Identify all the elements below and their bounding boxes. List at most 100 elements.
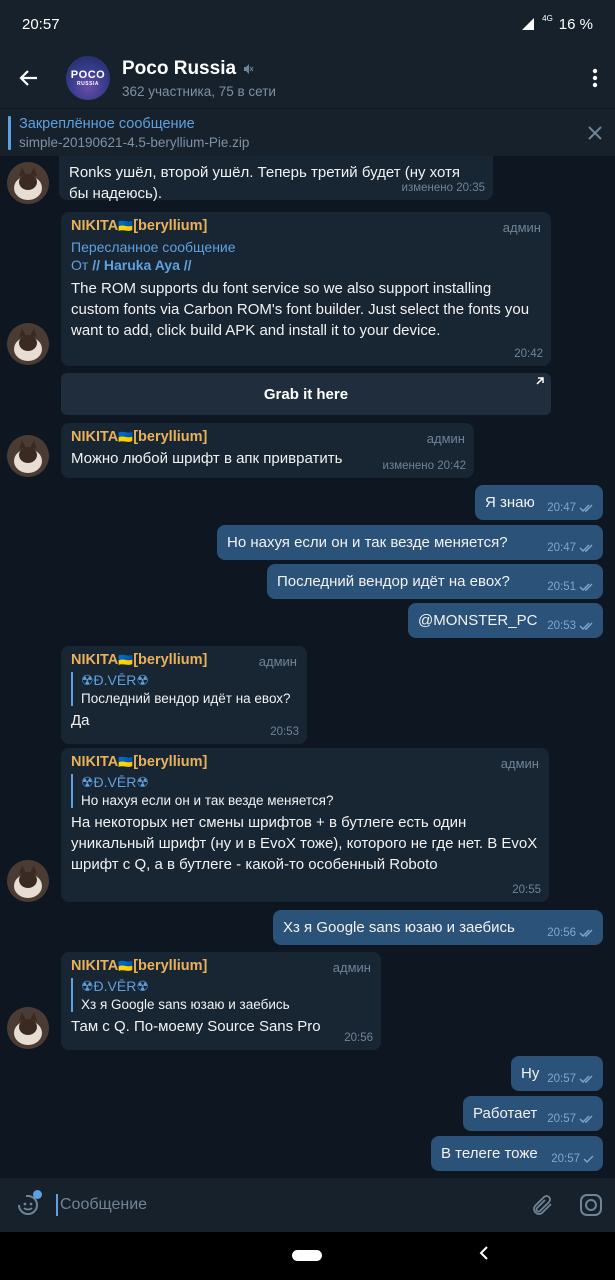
pinned-message-bar[interactable]: Закреплённое сообщение simple-20190621-4… xyxy=(0,108,615,156)
reply-preview[interactable]: ☢Đ.VĒR☢ Последний вендор идёт на евох? xyxy=(71,672,297,706)
outgoing-message-bubble[interactable]: Работает 20:57 xyxy=(463,1096,603,1131)
chat-info[interactable]: Poco Russia 362 участника, 75 в сети xyxy=(122,58,575,99)
outgoing-message-bubble[interactable]: Но нахуя если он и так везде меняется? 2… xyxy=(217,525,603,560)
reply-author: ☢Đ.VĒR☢ xyxy=(81,672,149,688)
message-text: The ROM supports du font service so we a… xyxy=(71,280,530,339)
admin-badge: админ xyxy=(332,960,371,975)
chat-title: Poco Russia xyxy=(122,57,237,79)
message-text: Да xyxy=(71,712,90,729)
message-time: 20:53 xyxy=(547,620,576,632)
new-indicator-dot xyxy=(33,1190,42,1199)
message-bubble[interactable]: NIKITA🇺🇦[beryllium] админ ☢Đ.VĒR☢ Послед… xyxy=(61,646,307,744)
attach-button[interactable] xyxy=(519,1193,567,1217)
outgoing-message-bubble[interactable]: Ну 20:57 xyxy=(511,1056,603,1091)
message-time: 20:51 xyxy=(547,581,576,593)
system-nav-bar xyxy=(0,1232,615,1280)
message-text: Там с Q. По-моему Source Sans Pro xyxy=(71,1018,321,1035)
admin-badge: админ xyxy=(426,431,465,446)
cat-avatar-icon xyxy=(7,162,49,204)
outgoing-message-bubble[interactable]: Последний вендор идёт на евох? 20:51 xyxy=(267,564,603,599)
external-link-icon xyxy=(536,377,544,385)
inline-url-button[interactable]: Grab it here xyxy=(61,373,551,415)
double-check-icon xyxy=(579,929,593,937)
double-check-icon xyxy=(579,1115,593,1123)
reply-text: Но нахуя если он и так везде меняется? xyxy=(81,793,334,808)
reply-text: Хз я Google sans юзаю и заебись xyxy=(81,997,290,1012)
paperclip-icon xyxy=(533,1195,552,1215)
message-time: 20:42 xyxy=(514,348,543,360)
reply-text: Последний вендор идёт на евох? xyxy=(81,691,291,706)
message-time: 20:47 xyxy=(547,542,576,554)
cat-avatar-icon xyxy=(7,1007,49,1049)
message-bubble[interactable]: Ronks ушёл, второй ушёл. Теперь третий б… xyxy=(59,156,493,202)
double-check-icon xyxy=(579,544,593,552)
avatar[interactable] xyxy=(7,860,49,902)
admin-badge: админ xyxy=(258,654,297,669)
compose-bar: Сообщение xyxy=(0,1178,615,1232)
reply-author: ☢Đ.VĒR☢ xyxy=(81,774,149,790)
message-bubble[interactable]: NIKITA🇺🇦[beryllium] админ ☢Đ.VĒR☢ Хз я G… xyxy=(61,952,381,1050)
sender-name[interactable]: NIKITA🇺🇦[beryllium] xyxy=(71,754,539,770)
cat-avatar-icon xyxy=(7,323,49,365)
forwarded-from[interactable]: От // Haruka Aya // xyxy=(71,256,541,274)
message-bubble[interactable]: NIKITA🇺🇦[beryllium] админ Можно любой шр… xyxy=(61,423,474,478)
message-text: Последний вендор идёт на евох? xyxy=(277,573,510,590)
close-icon xyxy=(588,125,602,140)
double-check-icon xyxy=(579,1075,593,1083)
more-vert-icon xyxy=(592,68,598,88)
message-text: Но нахуя если он и так везде меняется? xyxy=(227,534,508,551)
signal-icon xyxy=(522,18,535,30)
camera-button[interactable] xyxy=(567,1192,615,1218)
message-input[interactable]: Сообщение xyxy=(56,1194,519,1216)
forwarded-label: Пересланное сообщение xyxy=(71,239,236,255)
avatar[interactable] xyxy=(7,162,49,204)
pinned-title: Закреплённое сообщение xyxy=(19,115,195,132)
outgoing-message-bubble[interactable]: @MONSTER_PC 20:53 xyxy=(408,603,603,638)
message-time: 20:53 xyxy=(270,726,299,738)
message-time: 20:55 xyxy=(512,884,541,896)
cat-avatar-icon xyxy=(7,860,49,902)
mute-icon xyxy=(244,63,254,74)
group-avatar[interactable]: POCO RUSSIA xyxy=(66,56,110,100)
back-button[interactable] xyxy=(0,48,58,108)
status-time: 20:57 xyxy=(22,15,60,33)
double-check-icon xyxy=(579,622,593,630)
chat-header: POCO RUSSIA Poco Russia 362 участника, 7… xyxy=(0,48,615,108)
avatar[interactable] xyxy=(7,323,49,365)
sticker-button[interactable] xyxy=(0,1190,56,1218)
sender-name[interactable]: NIKITA🇺🇦[beryllium] xyxy=(71,958,371,974)
pinned-close-button[interactable] xyxy=(575,125,615,140)
camera-icon xyxy=(580,1194,602,1216)
nav-back-icon[interactable] xyxy=(478,1245,490,1261)
message-bubble[interactable]: NIKITA🇺🇦[beryllium] админ ☢Đ.VĒR☢ Но нах… xyxy=(61,748,549,902)
message-time: 20:56 xyxy=(344,1032,373,1044)
message-bubble[interactable]: NIKITA🇺🇦[beryllium] админ Пересланное со… xyxy=(61,212,551,366)
cat-avatar-icon xyxy=(7,435,49,477)
reply-preview[interactable]: ☢Đ.VĒR☢ Но нахуя если он и так везде мен… xyxy=(71,774,539,808)
message-time: изменено 20:35 xyxy=(401,182,485,194)
sender-name[interactable]: NIKITA🇺🇦[beryllium] xyxy=(71,429,464,445)
avatar[interactable] xyxy=(7,435,49,477)
outgoing-message-bubble[interactable]: Я знаю 20:47 xyxy=(475,485,603,520)
sender-name[interactable]: NIKITA🇺🇦[beryllium] xyxy=(71,218,541,234)
outgoing-message-bubble[interactable]: Хз я Google sans юзаю и заебись 20:56 xyxy=(273,910,603,945)
network-label: 4G xyxy=(542,13,553,23)
reply-preview[interactable]: ☢Đ.VĒR☢ Хз я Google sans юзаю и заебись xyxy=(71,978,371,1012)
message-time: 20:56 xyxy=(547,927,576,939)
single-check-icon xyxy=(583,1155,594,1163)
status-bar: 20:57 4G 16 % xyxy=(0,0,615,48)
more-menu-button[interactable] xyxy=(575,68,615,88)
admin-badge: админ xyxy=(502,220,541,235)
home-pill[interactable] xyxy=(292,1250,322,1261)
avatar[interactable] xyxy=(7,1007,49,1049)
message-time: 20:57 xyxy=(547,1073,576,1085)
double-check-icon xyxy=(579,504,593,512)
outgoing-message-bubble[interactable]: В телеге тоже 20:57 xyxy=(431,1136,603,1171)
arrow-left-icon xyxy=(19,70,37,86)
message-time: изменено 20:42 xyxy=(382,460,466,472)
double-check-icon xyxy=(579,583,593,591)
admin-badge: админ xyxy=(500,756,539,771)
message-time: 20:57 xyxy=(547,1113,576,1125)
pinned-text: simple-20190621-4.5-beryllium-Pie.zip xyxy=(19,134,250,150)
message-list[interactable]: Ronks ушёл, второй ушёл. Теперь третий б… xyxy=(0,156,615,1178)
